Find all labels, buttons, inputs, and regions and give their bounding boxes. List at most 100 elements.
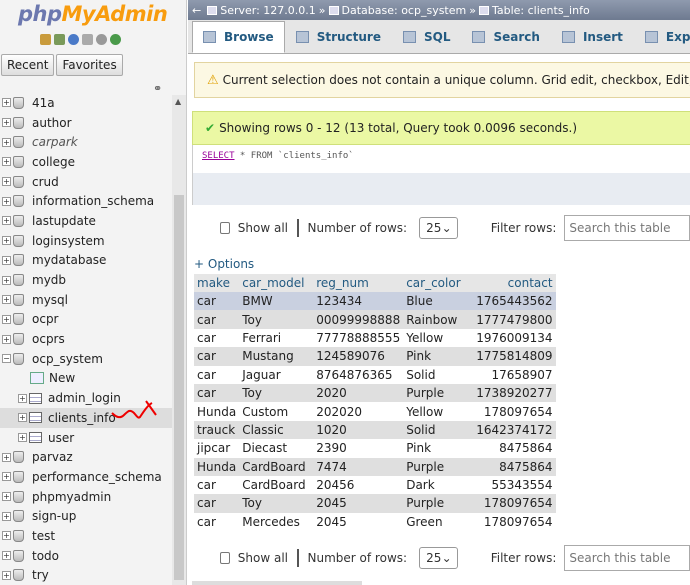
table-cell-contact[interactable]: 1738920277 bbox=[473, 383, 556, 403]
tree-item-label[interactable]: 41a bbox=[32, 96, 55, 110]
tree-item-mysql[interactable]: + mysql bbox=[0, 290, 172, 310]
expand-icon[interactable]: + bbox=[2, 275, 11, 285]
column-header-car-model[interactable]: car_model bbox=[239, 274, 314, 292]
table-cell-make[interactable]: car bbox=[194, 494, 240, 513]
table-row[interactable]: car Toy 2020 Purple 1738920277 bbox=[194, 383, 556, 403]
table-cell-reg-num[interactable]: 7474 bbox=[313, 457, 404, 476]
tree-item-mydb[interactable]: + mydb bbox=[0, 270, 172, 290]
table-cell-contact[interactable]: 178097654 bbox=[473, 402, 556, 421]
table-cell-car-color[interactable]: Rainbow bbox=[403, 310, 474, 329]
table-cell-car-color[interactable]: Purple bbox=[403, 494, 474, 513]
column-header-car-color[interactable]: car_color bbox=[403, 274, 474, 292]
tab-browse[interactable]: Browse bbox=[192, 21, 285, 53]
table-row[interactable]: car Mercedes 2045 Green 178097654 bbox=[194, 512, 556, 532]
table-cell-car-color[interactable]: Pink bbox=[403, 347, 474, 366]
table-row[interactable]: car Toy 00099998888 Rainbow 1777479800 bbox=[194, 310, 556, 329]
expand-icon[interactable]: + bbox=[2, 492, 11, 502]
expand-icon[interactable]: + bbox=[2, 551, 11, 561]
tree-item-label[interactable]: phpmyadmin bbox=[32, 490, 111, 504]
tree-item-try[interactable]: + try bbox=[0, 566, 172, 585]
breadcrumb-server[interactable]: Server: 127.0.0.1 bbox=[220, 4, 316, 17]
table-row[interactable]: car CardBoard 20456 Dark 55343554 bbox=[194, 475, 556, 495]
table-cell-reg-num[interactable]: 8764876365 bbox=[313, 365, 404, 384]
options-link[interactable]: + Options bbox=[194, 257, 254, 271]
expand-icon[interactable]: + bbox=[2, 157, 11, 167]
expand-icon[interactable]: + bbox=[2, 472, 11, 482]
table-cell-car-color[interactable]: Blue bbox=[403, 292, 474, 311]
table-cell-reg-num[interactable]: 20456 bbox=[313, 475, 404, 495]
expand-icon[interactable]: + bbox=[2, 196, 11, 206]
expand-icon[interactable]: + bbox=[2, 216, 11, 226]
tree-item-label[interactable]: loginsystem bbox=[32, 234, 105, 248]
expand-icon[interactable]: + bbox=[2, 314, 11, 324]
table-cell-contact[interactable]: 17658907 bbox=[473, 365, 556, 384]
expand-icon[interactable]: + bbox=[2, 334, 11, 344]
help-icon[interactable] bbox=[68, 34, 79, 45]
table-row[interactable]: car Ferrari 77778888555 Yellow 1976009134 bbox=[194, 328, 556, 348]
expand-icon[interactable]: + bbox=[18, 413, 27, 423]
table-cell-contact[interactable]: 8475864 bbox=[473, 439, 556, 458]
table-cell-contact[interactable]: 1765443562 bbox=[473, 292, 556, 311]
tab-export[interactable]: Export bbox=[634, 21, 690, 53]
expand-icon[interactable]: + bbox=[2, 118, 11, 128]
sql-keyword[interactable]: SELECT bbox=[202, 151, 235, 161]
home-icon[interactable] bbox=[40, 34, 51, 45]
table-cell-contact[interactable]: 1976009134 bbox=[473, 328, 556, 348]
docs-icon[interactable] bbox=[82, 34, 93, 45]
table-cell-reg-num[interactable]: 2390 bbox=[313, 439, 404, 458]
tree-item-carpark[interactable]: + carpark bbox=[0, 132, 172, 152]
tab-search[interactable]: Search bbox=[461, 21, 550, 53]
table-cell-make[interactable]: car bbox=[194, 512, 240, 532]
tree-item-label[interactable]: todo bbox=[32, 549, 59, 563]
tree-item-performance-schema[interactable]: + performance_schema bbox=[0, 467, 172, 487]
table-row[interactable]: car Jaguar 8764876365 Solid 17658907 bbox=[194, 365, 556, 384]
expand-icon[interactable]: + bbox=[2, 295, 11, 305]
table-cell-reg-num[interactable]: 2045 bbox=[313, 494, 404, 513]
filter-search-input-bottom[interactable]: Search this table bbox=[564, 545, 690, 571]
tree-item-label[interactable]: sign-up bbox=[32, 509, 76, 523]
show-all-checkbox-bottom[interactable] bbox=[220, 552, 230, 564]
table-row[interactable]: trauck Classic 1020 Solid 1642374172 bbox=[194, 420, 556, 440]
tree-item-label[interactable]: performance_schema bbox=[32, 470, 162, 484]
tree-item-label[interactable]: user bbox=[48, 431, 74, 445]
expand-icon[interactable]: + bbox=[2, 137, 11, 147]
column-header-contact[interactable]: contact bbox=[473, 274, 556, 292]
rows-select-bottom[interactable]: 25 ⌄ bbox=[419, 547, 458, 569]
table-cell-car-model[interactable]: Mercedes bbox=[239, 512, 314, 532]
table-cell-contact[interactable]: 8475864 bbox=[473, 457, 556, 476]
tree-item-new[interactable]: New bbox=[0, 369, 172, 389]
scrollbar-thumb[interactable] bbox=[174, 195, 184, 580]
column-header-make[interactable]: make bbox=[194, 274, 240, 292]
tree-item-label[interactable]: carpark bbox=[32, 135, 78, 149]
show-all-checkbox[interactable] bbox=[220, 222, 230, 234]
table-cell-car-color[interactable]: Purple bbox=[403, 383, 474, 403]
tree-item-label[interactable]: mysql bbox=[32, 293, 68, 307]
filter-search-input[interactable]: Search this table bbox=[564, 215, 690, 241]
tree-item-parvaz[interactable]: + parvaz bbox=[0, 447, 172, 467]
tree-item-author[interactable]: + author bbox=[0, 113, 172, 133]
table-cell-reg-num[interactable]: 123434 bbox=[313, 292, 404, 311]
tree-item-ocp-system[interactable]: − ocp_system bbox=[0, 349, 172, 369]
tree-item-mydatabase[interactable]: + mydatabase bbox=[0, 251, 172, 271]
rows-select[interactable]: 25 ⌄ bbox=[419, 217, 458, 239]
table-row[interactable]: car Toy 2045 Purple 178097654 bbox=[194, 494, 556, 513]
tree-item-label[interactable]: ocpr bbox=[32, 312, 59, 326]
table-row[interactable]: jipcar Diecast 2390 Pink 8475864 bbox=[194, 439, 556, 458]
tree-item-ocprs[interactable]: + ocprs bbox=[0, 329, 172, 349]
tree-item-label[interactable]: author bbox=[32, 116, 72, 130]
gear-icon[interactable] bbox=[96, 34, 107, 45]
table-cell-make[interactable]: jipcar bbox=[194, 439, 240, 458]
table-cell-car-model[interactable]: Toy bbox=[239, 494, 314, 513]
table-cell-car-model[interactable]: Toy bbox=[239, 383, 314, 403]
expand-icon[interactable]: + bbox=[18, 433, 27, 443]
table-cell-car-color[interactable]: Solid bbox=[403, 420, 474, 440]
expand-icon[interactable]: + bbox=[2, 570, 11, 580]
table-cell-contact[interactable]: 55343554 bbox=[473, 475, 556, 495]
table-cell-make[interactable]: car bbox=[194, 383, 240, 403]
tree-item-label[interactable]: mydb bbox=[32, 273, 66, 287]
table-cell-make[interactable]: Hunda bbox=[194, 457, 240, 476]
table-cell-car-model[interactable]: CardBoard bbox=[239, 457, 314, 476]
expand-icon[interactable]: + bbox=[2, 531, 11, 541]
table-cell-car-model[interactable]: Mustang bbox=[239, 347, 314, 366]
exit-icon[interactable] bbox=[54, 34, 65, 45]
